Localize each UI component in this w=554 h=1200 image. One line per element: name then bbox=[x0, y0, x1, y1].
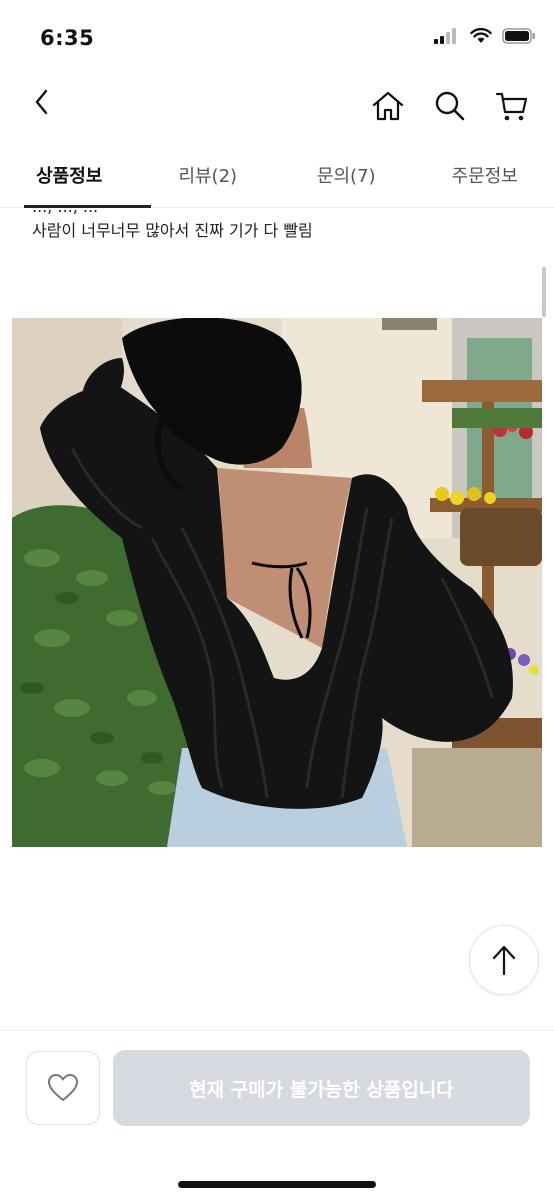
home-indicator bbox=[178, 1181, 376, 1188]
heart-icon bbox=[48, 1074, 78, 1101]
search-icon bbox=[435, 91, 465, 121]
home-icon bbox=[372, 91, 404, 121]
battery-icon bbox=[502, 28, 535, 44]
cart-icon bbox=[495, 92, 528, 121]
wifi-icon bbox=[470, 28, 492, 43]
product-detail-content[interactable]: ..., ..., ... 사람이 너무너무 많아서 진짜 기가 다 빨림 bbox=[0, 209, 554, 1029]
product-photo bbox=[12, 318, 542, 847]
tab-order-info[interactable]: 주문정보 bbox=[416, 148, 554, 207]
tab-product-info[interactable]: 상품정보 bbox=[0, 148, 150, 208]
cut-off-text: ..., ..., ... bbox=[32, 209, 98, 216]
product-photo-illustration bbox=[12, 318, 542, 847]
nav-actions bbox=[368, 86, 532, 126]
scroll-to-top-button[interactable] bbox=[469, 925, 539, 995]
status-time: 6:35 bbox=[40, 26, 95, 50]
home-button[interactable] bbox=[368, 86, 408, 126]
back-button[interactable] bbox=[24, 84, 64, 124]
search-button[interactable] bbox=[430, 86, 470, 126]
product-description: 사람이 너무너무 많아서 진짜 기가 다 빨림 bbox=[32, 221, 313, 240]
top-nav bbox=[0, 76, 554, 136]
scrollbar[interactable] bbox=[542, 267, 546, 317]
cellular-signal-icon bbox=[434, 28, 456, 44]
purchase-unavailable-button: 현재 구매가 불가능한 상품입니다 bbox=[113, 1050, 530, 1126]
tab-inquiries[interactable]: 문의(7) bbox=[277, 148, 416, 207]
bottom-action-bar: 현재 구매가 불가능한 상품입니다 bbox=[0, 1030, 554, 1200]
arrow-up-icon bbox=[492, 945, 516, 976]
screen: 6:35 상품정보 리뷰(2) 문의(7) 주문정보 사람이 너무너무 많아서 … bbox=[0, 0, 554, 1200]
like-button[interactable] bbox=[26, 1051, 100, 1125]
chevron-left-icon bbox=[35, 89, 48, 115]
tab-bar: 상품정보 리뷰(2) 문의(7) 주문정보 bbox=[0, 148, 554, 208]
status-bar: 6:35 bbox=[0, 0, 554, 70]
cart-button[interactable] bbox=[492, 86, 532, 126]
status-icons bbox=[434, 28, 536, 44]
tab-reviews[interactable]: 리뷰(2) bbox=[139, 148, 278, 207]
